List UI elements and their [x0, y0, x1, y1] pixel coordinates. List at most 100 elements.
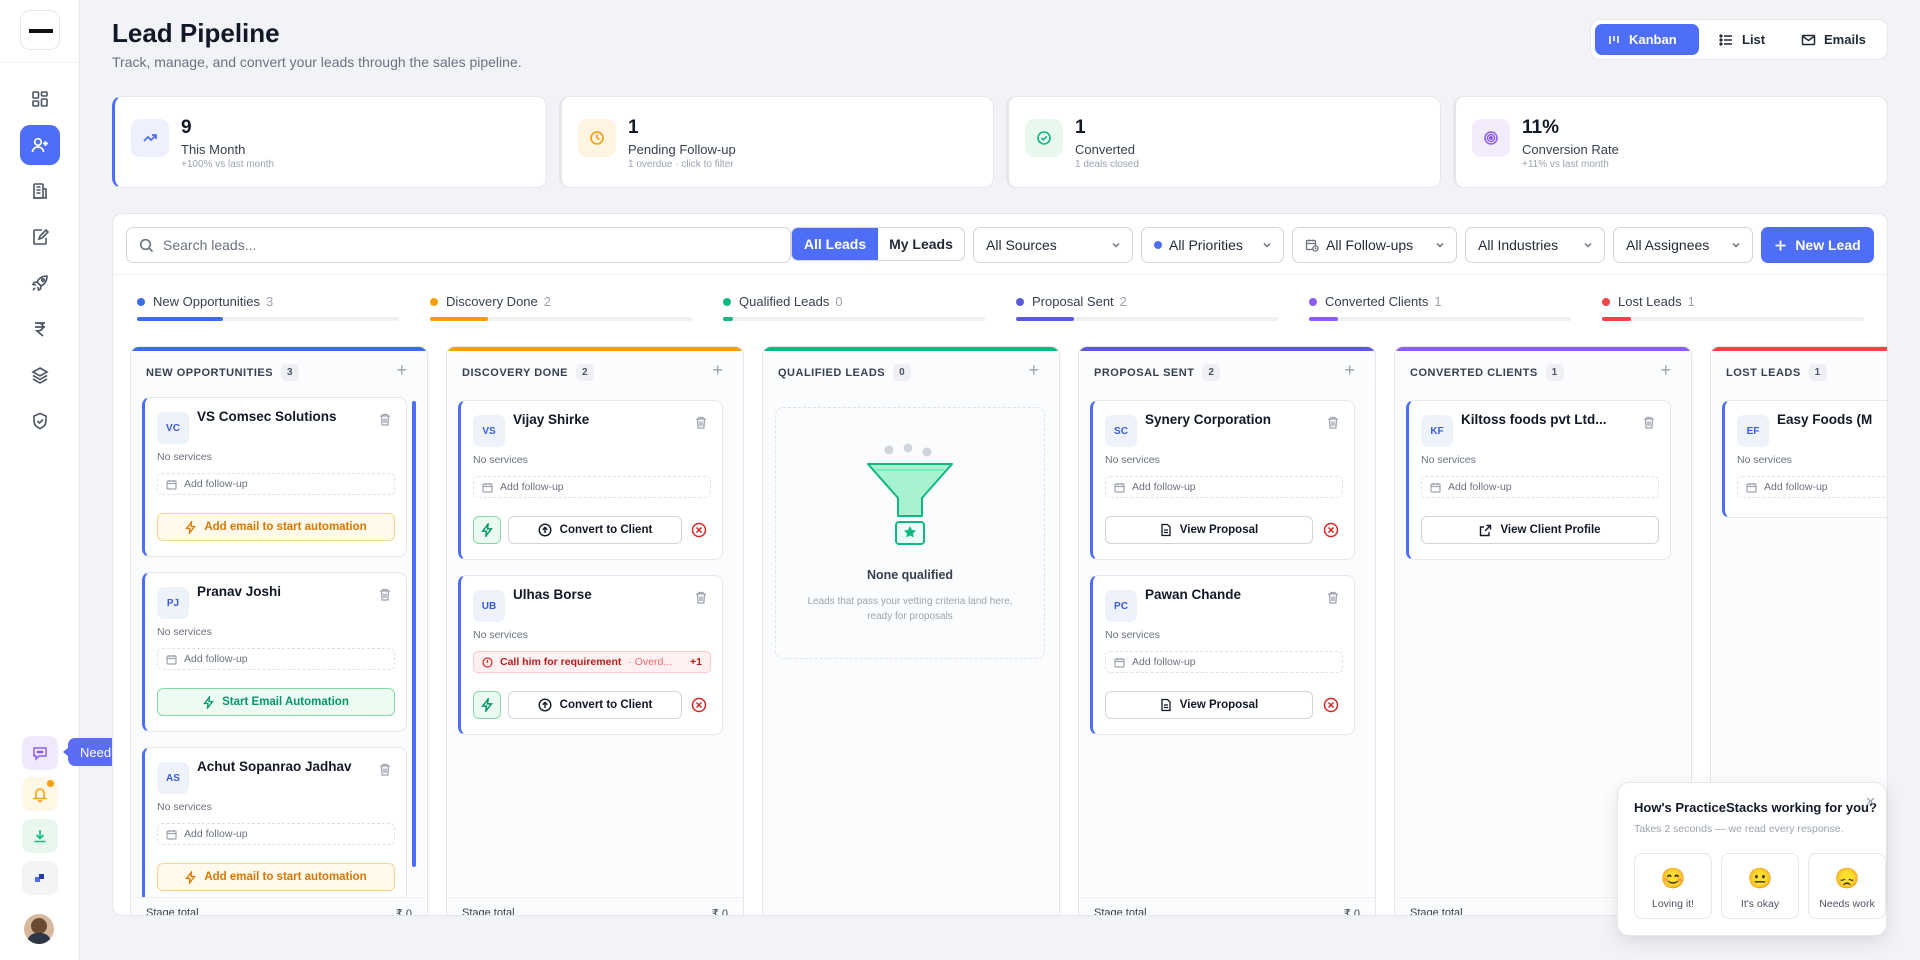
- download-icon[interactable]: [22, 819, 58, 853]
- all-leads-button[interactable]: All Leads: [792, 228, 878, 260]
- add-followup-field[interactable]: Add follow-up: [157, 823, 395, 845]
- layers-icon[interactable]: [20, 355, 60, 395]
- lead-name[interactable]: Ulhas Borse: [513, 587, 592, 602]
- lead-name[interactable]: Synery Corporation: [1145, 412, 1271, 427]
- rocket-icon[interactable]: [20, 263, 60, 303]
- add-followup-field[interactable]: Add follow-up: [1105, 651, 1343, 673]
- leads-icon[interactable]: [20, 125, 60, 165]
- emails-view-button[interactable]: Emails: [1789, 24, 1878, 55]
- add-card-icon[interactable]: +: [396, 360, 407, 381]
- trash-icon[interactable]: [1326, 415, 1340, 430]
- add-followup-field[interactable]: Add follow-up: [157, 648, 395, 670]
- notification-bell-icon[interactable]: [22, 777, 58, 811]
- my-leads-button[interactable]: My Leads: [878, 228, 964, 260]
- mark-lost-x-icon[interactable]: [1322, 521, 1340, 539]
- automation-bolt-button[interactable]: [473, 691, 501, 719]
- mark-lost-x-icon[interactable]: [1322, 696, 1340, 714]
- industries-dropdown[interactable]: All Industries: [1465, 227, 1605, 263]
- stage-progress-discovery-done[interactable]: Discovery Done 2: [430, 294, 692, 321]
- user-avatar[interactable]: [24, 914, 54, 944]
- add-card-icon[interactable]: +: [1660, 360, 1671, 381]
- add-followup-field[interactable]: Add follow-up: [157, 473, 395, 495]
- lead-card[interactable]: PJ Pranav Joshi No services Add follow-u…: [142, 572, 407, 732]
- lead-card[interactable]: UB Ulhas Borse No services Call him for …: [458, 575, 723, 735]
- lead-card[interactable]: PC Pawan Chande No services Add follow-u…: [1090, 575, 1355, 735]
- lead-card[interactable]: KF Kiltoss foods pvt Ltd... No services …: [1406, 400, 1671, 560]
- list-view-button[interactable]: List: [1707, 24, 1777, 55]
- stat-card-pending-followup[interactable]: 1 Pending Follow-up 1 overdue · click to…: [559, 96, 994, 188]
- dashboard-icon[interactable]: [20, 79, 60, 119]
- add-followup-field[interactable]: Add follow-up: [1737, 476, 1887, 498]
- assignees-dropdown[interactable]: All Assignees: [1613, 227, 1753, 263]
- chevron-down-icon: [1263, 242, 1271, 248]
- add-followup-field[interactable]: Add follow-up: [473, 476, 711, 498]
- trash-icon[interactable]: [694, 590, 708, 605]
- new-lead-button[interactable]: New Lead: [1761, 227, 1874, 263]
- convert-to-client-button[interactable]: Convert to Client: [508, 516, 682, 544]
- add-email-automation-button[interactable]: Add email to start automation: [157, 863, 395, 891]
- stat-subtext: 1 overdue · click to filter: [628, 159, 734, 170]
- rating-its-okay-button[interactable]: 😐 It's okay: [1721, 853, 1799, 919]
- stage-progress-qualified-leads[interactable]: Qualified Leads 0: [723, 294, 985, 321]
- scrollbar[interactable]: [412, 401, 416, 867]
- add-email-automation-button[interactable]: Add email to start automation: [157, 513, 395, 541]
- lead-card[interactable]: EF Easy Foods (M No services Add follow-…: [1722, 400, 1887, 518]
- automation-bolt-button[interactable]: [473, 516, 501, 544]
- lead-name[interactable]: Pawan Chande: [1145, 587, 1241, 602]
- stat-card-converted[interactable]: 1 Converted 1 deals closed: [1006, 96, 1441, 188]
- stage-progress-new-opportunities[interactable]: New Opportunities 3: [137, 294, 399, 321]
- app-logo[interactable]: [20, 10, 60, 50]
- document-edit-icon[interactable]: [20, 217, 60, 257]
- lead-name[interactable]: Easy Foods (M: [1777, 412, 1872, 427]
- start-email-automation-button[interactable]: Start Email Automation: [157, 688, 395, 716]
- lead-card[interactable]: SC Synery Corporation No services Add fo…: [1090, 400, 1355, 560]
- lead-name[interactable]: Vijay Shirke: [513, 412, 589, 427]
- mail-icon: [1801, 34, 1816, 45]
- rupee-icon[interactable]: [20, 309, 60, 349]
- add-followup-field[interactable]: Add follow-up: [1105, 476, 1343, 498]
- search-input[interactable]: Search leads...: [126, 227, 791, 263]
- priorities-dropdown[interactable]: All Priorities: [1141, 227, 1284, 263]
- rating-needs-work-button[interactable]: 😞 Needs work: [1808, 853, 1886, 919]
- convert-to-client-button[interactable]: Convert to Client: [508, 691, 682, 719]
- stage-progress-lost-leads[interactable]: Lost Leads 1: [1602, 294, 1864, 321]
- trash-icon[interactable]: [694, 415, 708, 430]
- clients-building-icon[interactable]: [20, 171, 60, 211]
- sources-dropdown[interactable]: All Sources: [973, 227, 1133, 263]
- lead-card[interactable]: VC VS Comsec Solutions No services Add f…: [142, 397, 407, 557]
- shield-check-icon[interactable]: [20, 401, 60, 441]
- add-card-icon[interactable]: +: [712, 360, 723, 381]
- trash-icon[interactable]: [1326, 590, 1340, 605]
- kanban-view-button[interactable]: Kanban: [1595, 24, 1699, 55]
- mark-lost-x-icon[interactable]: [690, 521, 708, 539]
- close-icon[interactable]: ✕: [1865, 794, 1876, 810]
- lead-name[interactable]: Achut Sopanrao Jadhav: [197, 759, 352, 774]
- rating-loving-it-button[interactable]: 😊 Loving it!: [1634, 853, 1712, 919]
- view-proposal-button[interactable]: View Proposal: [1105, 516, 1313, 544]
- brand-mark-icon[interactable]: [22, 861, 58, 895]
- lead-card[interactable]: VS Vijay Shirke No services Add follow-u…: [458, 400, 723, 560]
- overdue-task-chip[interactable]: Call him for requirement · Overd... +1: [473, 651, 711, 673]
- stage-progress-proposal-sent[interactable]: Proposal Sent 2: [1016, 294, 1278, 321]
- services-text: No services: [1737, 454, 1792, 466]
- trash-icon[interactable]: [1642, 415, 1656, 430]
- add-card-icon[interactable]: +: [1028, 360, 1039, 381]
- lead-name[interactable]: VS Comsec Solutions: [197, 409, 337, 424]
- chat-bubble-icon[interactable]: [22, 736, 58, 770]
- trash-icon[interactable]: [378, 587, 392, 602]
- trash-icon[interactable]: [378, 762, 392, 777]
- lead-name[interactable]: Kiltoss foods pvt Ltd...: [1461, 412, 1607, 427]
- lead-name[interactable]: Pranav Joshi: [197, 584, 281, 599]
- trash-icon[interactable]: [378, 412, 392, 427]
- stat-card-this-month[interactable]: 9 This Month +100% vs last month: [112, 96, 547, 188]
- add-followup-field[interactable]: Add follow-up: [1421, 476, 1659, 498]
- followups-dropdown[interactable]: All Follow-ups: [1292, 227, 1457, 263]
- rating-label: It's okay: [1740, 898, 1780, 910]
- stage-progress-converted-clients[interactable]: Converted Clients 1: [1309, 294, 1571, 321]
- lead-card[interactable]: AS Achut Sopanrao Jadhav No services Add…: [142, 747, 407, 907]
- view-proposal-button[interactable]: View Proposal: [1105, 691, 1313, 719]
- view-client-profile-button[interactable]: View Client Profile: [1421, 516, 1659, 544]
- mark-lost-x-icon[interactable]: [690, 696, 708, 714]
- stat-card-conversion-rate[interactable]: 11% Conversion Rate +11% vs last month: [1453, 96, 1888, 188]
- add-card-icon[interactable]: +: [1344, 360, 1355, 381]
